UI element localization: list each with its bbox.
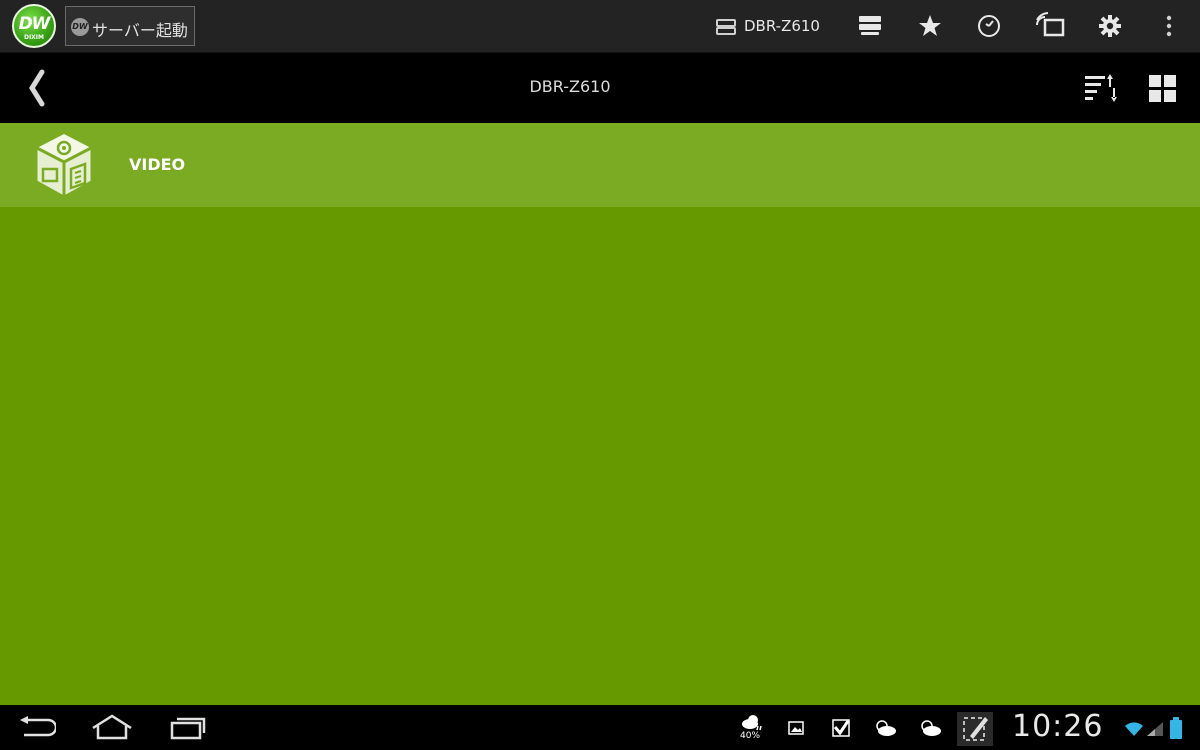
gear-icon[interactable] — [1098, 14, 1122, 38]
sort-icon[interactable] — [1084, 73, 1118, 103]
system-clock: 10:26 — [1012, 709, 1104, 744]
back-icon[interactable] — [22, 68, 52, 108]
list-item-label: VIDEO — [129, 155, 186, 174]
signal-icon — [1146, 721, 1164, 737]
logo-text: DW — [18, 14, 51, 34]
connected-server-name: DBR-Z610 — [744, 17, 820, 35]
battery-icon — [1170, 717, 1182, 739]
start-server-button[interactable]: DW サーバー起動 — [65, 6, 195, 46]
overflow-menu-icon[interactable] — [1165, 15, 1173, 37]
weather-icon[interactable] — [741, 715, 763, 731]
cast-icon[interactable] — [1035, 12, 1065, 38]
page-title: DBR-Z610 — [529, 77, 611, 96]
logo-subtext: DIXIM — [23, 34, 45, 41]
system-bar: 40% 10:26 — [0, 705, 1200, 750]
server-icon — [716, 19, 736, 35]
back-nav-icon[interactable] — [18, 716, 56, 738]
dixim-logo-icon[interactable]: DW DIXIM — [12, 4, 56, 48]
edit-icon[interactable] — [957, 712, 993, 746]
clock-icon[interactable] — [977, 14, 1001, 38]
sub-header: DBR-Z610 — [0, 53, 1200, 123]
media-cube-icon — [33, 131, 95, 199]
checkmark-icon[interactable] — [832, 719, 850, 737]
grid-view-icon[interactable] — [1149, 75, 1176, 102]
sun-cloud-icon[interactable] — [918, 719, 942, 737]
cloudy-icon[interactable] — [873, 719, 897, 737]
star-icon[interactable] — [918, 14, 942, 38]
recent-apps-icon[interactable] — [170, 716, 206, 740]
wifi-icon — [1124, 721, 1144, 737]
server-list-icon[interactable] — [858, 14, 882, 38]
list-item-video[interactable]: VIDEO — [0, 123, 1200, 207]
gallery-icon[interactable] — [788, 721, 804, 735]
start-server-label: サーバー起動 — [92, 21, 188, 40]
server-logo-icon: DW — [71, 18, 89, 36]
home-nav-icon[interactable] — [91, 714, 133, 740]
weather-percent: 40% — [740, 731, 761, 741]
action-bar: DW DIXIM DW サーバー起動 DBR-Z610 — [0, 0, 1200, 53]
